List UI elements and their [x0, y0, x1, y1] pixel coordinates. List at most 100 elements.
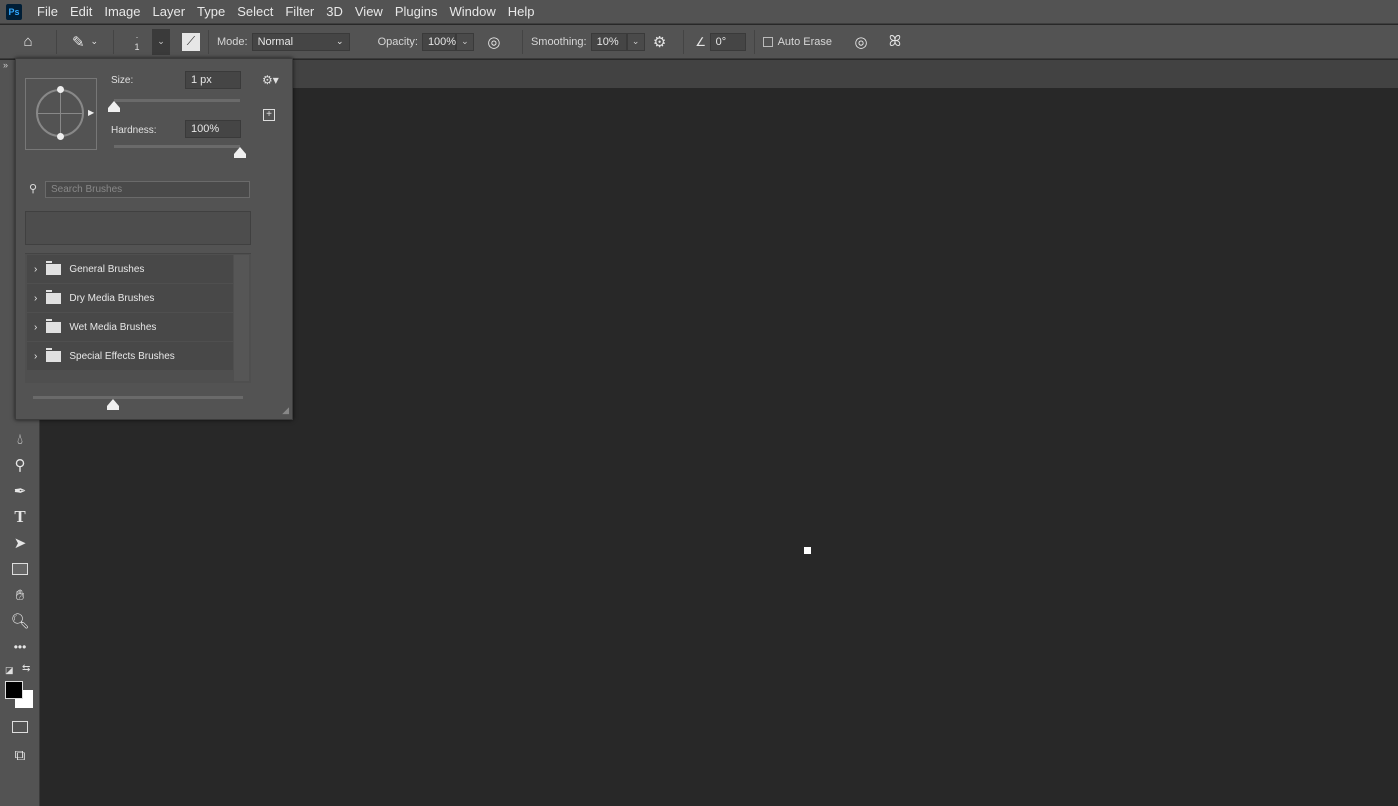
- divider: [521, 29, 523, 54]
- folder-icon: [46, 289, 62, 304]
- smoothing-input[interactable]: 10%: [590, 32, 627, 51]
- new-preset-icon[interactable]: +: [263, 109, 275, 121]
- brush-cursor: [804, 547, 811, 554]
- brush-group-dry-media[interactable]: › Dry Media Brushes: [27, 284, 233, 312]
- brush-preset-picker-panel: ▶ Size: 1 px Hardness: 100% ⚙▾ + ⚲ Searc…: [15, 58, 293, 420]
- chevron-right-icon[interactable]: ›: [34, 351, 37, 362]
- brush-size-preview-label: 1: [134, 41, 140, 52]
- menu-plugins[interactable]: Plugins: [389, 4, 444, 19]
- hardness-label: Hardness:: [111, 125, 157, 136]
- brush-group-general[interactable]: › General Brushes: [27, 255, 233, 283]
- symmetry-butterfly-icon[interactable]: ꕤ: [878, 33, 912, 50]
- divider: [682, 29, 684, 54]
- group-label: General Brushes: [69, 263, 145, 275]
- folder-icon: [46, 318, 62, 333]
- group-label: Dry Media Brushes: [69, 292, 155, 304]
- menu-file[interactable]: File: [31, 4, 64, 19]
- hardness-input[interactable]: 100%: [185, 120, 241, 138]
- smoothing-options-gear-icon[interactable]: ⚙: [645, 33, 675, 51]
- brush-picker-dropdown[interactable]: ⌄: [152, 28, 170, 55]
- brush-angle-input[interactable]: 0°: [709, 32, 746, 51]
- mode-value: Normal: [257, 35, 294, 48]
- divider: [113, 29, 114, 54]
- search-brushes-input[interactable]: Search Brushes: [45, 181, 250, 198]
- menu-image[interactable]: Image: [98, 4, 146, 19]
- brush-group-wet-media[interactable]: › Wet Media Brushes: [27, 313, 233, 341]
- search-icon: ⚲: [29, 183, 38, 195]
- menu-view[interactable]: View: [349, 4, 389, 19]
- collapse-panel-icon[interactable]: »: [3, 60, 8, 70]
- opacity-input[interactable]: 100%: [421, 32, 456, 51]
- smoothing-label: Smoothing:: [530, 35, 587, 48]
- auto-erase-label[interactable]: Auto Erase: [778, 36, 832, 48]
- chevron-right-icon[interactable]: ›: [34, 322, 37, 333]
- brush-angle-preview[interactable]: ▶: [25, 78, 97, 150]
- menu-3d[interactable]: 3D: [320, 4, 349, 19]
- size-label: Size:: [111, 75, 134, 86]
- menu-layer[interactable]: Layer: [147, 4, 192, 19]
- angle-icon: ∠: [695, 34, 706, 49]
- pen-tool-icon[interactable]: ✒: [8, 480, 32, 502]
- auto-erase-checkbox[interactable]: [762, 36, 773, 47]
- panel-settings-gear-icon[interactable]: ⚙▾: [262, 73, 279, 87]
- screen-mode-icon[interactable]: ⧉: [8, 744, 32, 766]
- folder-icon: [46, 260, 62, 275]
- chevron-right-icon[interactable]: ›: [34, 264, 37, 275]
- scrollbar[interactable]: [234, 255, 249, 381]
- pressure-size-icon[interactable]: ◎: [844, 33, 878, 51]
- pressure-opacity-icon[interactable]: ◎: [474, 33, 514, 51]
- hardness-slider-thumb[interactable]: [234, 147, 246, 158]
- hardness-slider[interactable]: [114, 145, 240, 148]
- menu-filter[interactable]: Filter: [279, 4, 320, 19]
- options-bar: ⌂ ✎ ⌄ · 1 ⌄ ⟋ Mode: Normal ⌄ Opacity: 100% …: [0, 25, 1398, 59]
- resize-grip-icon[interactable]: ◢: [282, 405, 289, 416]
- menu-type[interactable]: Type: [191, 4, 231, 19]
- blur-tool-icon[interactable]: 💧︎: [8, 428, 32, 450]
- divider: [208, 29, 209, 54]
- mode-select[interactable]: Normal ⌄: [251, 32, 350, 51]
- roundness-handle[interactable]: [57, 133, 64, 140]
- divider: [56, 29, 57, 54]
- default-colors-icon[interactable]: ◪: [5, 665, 14, 676]
- zoom-tool-icon[interactable]: 🔍︎: [8, 610, 32, 632]
- quick-mask-icon[interactable]: [8, 716, 32, 738]
- opacity-dropdown[interactable]: ⌄: [455, 32, 474, 51]
- size-slider[interactable]: [114, 99, 240, 102]
- hand-tool-icon[interactable]: ✋︎: [8, 584, 32, 606]
- recent-brushes-area: [25, 211, 251, 245]
- rectangle-tool-icon[interactable]: [8, 558, 32, 580]
- menu-help[interactable]: Help: [502, 4, 541, 19]
- group-label: Special Effects Brushes: [69, 350, 175, 362]
- preview-size-slider-thumb[interactable]: [106, 399, 119, 410]
- group-label: Wet Media Brushes: [69, 321, 157, 333]
- opacity-label: Opacity:: [377, 35, 418, 48]
- home-icon[interactable]: ⌂: [8, 33, 48, 50]
- mode-label: Mode:: [217, 35, 248, 48]
- menu-window[interactable]: Window: [443, 4, 501, 19]
- brush-size-preview[interactable]: · 1: [122, 32, 152, 52]
- menu-select[interactable]: Select: [231, 4, 279, 19]
- pencil-tool-preset-picker[interactable]: ✎ ⌄: [65, 33, 105, 51]
- smoothing-dropdown[interactable]: ⌄: [626, 32, 645, 51]
- path-selection-tool-icon[interactable]: ➤: [8, 532, 32, 554]
- menu-bar: Ps File Edit Image Layer Type Select Fil…: [0, 0, 1398, 24]
- angle-handle-arrow-icon[interactable]: ▶: [88, 108, 94, 117]
- type-tool-icon[interactable]: T: [8, 506, 32, 528]
- roundness-handle[interactable]: [57, 86, 64, 93]
- menu-edit[interactable]: Edit: [64, 4, 98, 19]
- edit-toolbar-icon[interactable]: •••: [8, 636, 32, 658]
- size-input[interactable]: 1 px: [185, 71, 241, 89]
- preview-size-slider[interactable]: [33, 396, 243, 399]
- size-slider-thumb[interactable]: [108, 101, 120, 112]
- brush-settings-panel-toggle-icon[interactable]: ⟋: [182, 32, 200, 51]
- dodge-tool-icon[interactable]: ⚲: [8, 454, 32, 476]
- divider: [753, 29, 755, 54]
- chevron-down-icon: ⌄: [90, 36, 99, 46]
- chevron-right-icon[interactable]: ›: [34, 293, 37, 304]
- photoshop-logo[interactable]: Ps: [6, 3, 22, 20]
- foreground-color-swatch[interactable]: [5, 681, 23, 699]
- swap-colors-icon[interactable]: ⇆: [22, 663, 30, 674]
- brush-group-special-effects[interactable]: › Special Effects Brushes: [27, 342, 233, 370]
- chevron-down-icon: ⌄: [336, 36, 344, 46]
- pencil-icon: ✎: [71, 33, 85, 51]
